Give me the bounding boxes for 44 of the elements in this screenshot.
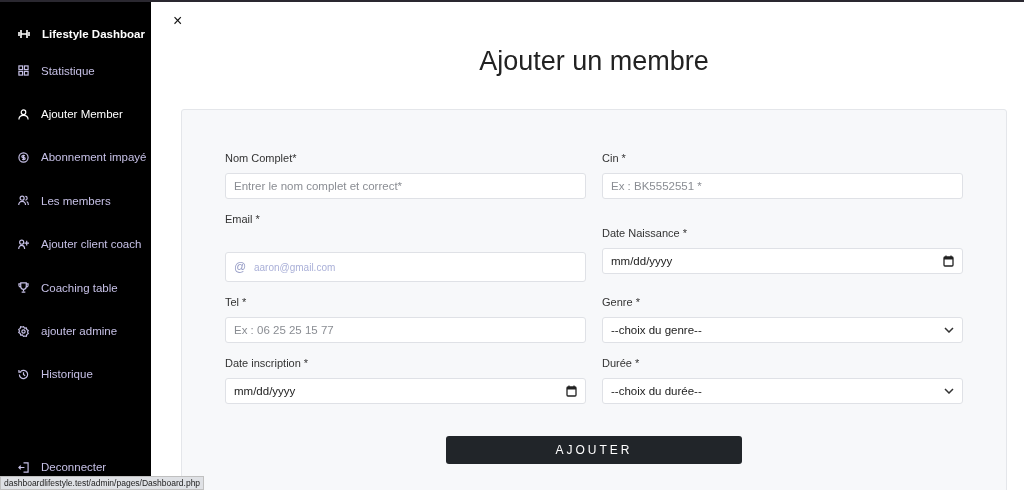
date-field[interactable]: mm/dd/yyyy: [602, 248, 963, 274]
field-label: Genre *: [602, 296, 641, 308]
dumbbell-icon: [18, 29, 30, 39]
sidebar-item[interactable]: ajouter admine: [0, 309, 151, 353]
submit-button[interactable]: AJOUTER: [446, 436, 742, 464]
field-label: Date inscription *: [225, 357, 310, 369]
input-field[interactable]: Ex : 06 25 25 15 77: [225, 317, 586, 343]
user-icon: [18, 108, 29, 120]
page-title: Ajouter un membre: [478, 45, 710, 78]
sidebar-item[interactable]: Historique: [0, 352, 151, 397]
url-tooltip: dashboardlifestyle.test/admin/pages/Dashboard.php: [0, 476, 205, 490]
select-field[interactable]: --choix du genre--: [602, 317, 963, 343]
at-sign: @: [234, 260, 247, 274]
user-plus-icon: [18, 238, 29, 250]
sidebar-item[interactable]: Abonnement impayé: [0, 135, 151, 180]
coin-icon: [18, 151, 29, 163]
chevron-down-icon: [944, 327, 954, 333]
users-icon: [18, 195, 29, 207]
chevron-down-icon: [944, 388, 954, 394]
calendar-icon: [566, 385, 577, 397]
trophy-icon: [18, 282, 29, 294]
sidebar-item[interactable]: Ajouter client coach: [0, 222, 151, 266]
select-field[interactable]: --choix du durée--: [602, 378, 963, 404]
input-field[interactable]: Ex : BK5552551 *: [602, 173, 963, 199]
logout-icon: [18, 461, 29, 473]
field-label: Nom Complet*: [225, 152, 298, 164]
field-label: Date Naissance *: [602, 227, 688, 239]
settings-icon: [18, 325, 29, 337]
calendar-icon: [943, 255, 954, 267]
sidebar-item[interactable]: Coaching table: [0, 265, 151, 310]
sidebar-item[interactable]: Les members: [0, 179, 151, 223]
grid-icon: [18, 65, 29, 77]
field-label: Email *: [225, 213, 261, 225]
brand-title: Lifestyle Dashboar: [42, 28, 145, 40]
input-field[interactable]: Entrer le nom complet et correct*: [225, 173, 586, 199]
field-label: Tel *: [225, 296, 248, 308]
field-label: Durée *: [602, 357, 641, 369]
logout-link[interactable]: Deconnecter: [0, 458, 151, 476]
field-label: Cin *: [602, 152, 627, 164]
date-field[interactable]: mm/dd/yyyy: [225, 378, 586, 404]
history-icon: [18, 368, 29, 380]
close-button[interactable]: ×: [173, 12, 183, 30]
sidebar-item[interactable]: Statistique: [0, 49, 151, 93]
sidebar-item[interactable]: Ajouter Member: [0, 92, 151, 136]
